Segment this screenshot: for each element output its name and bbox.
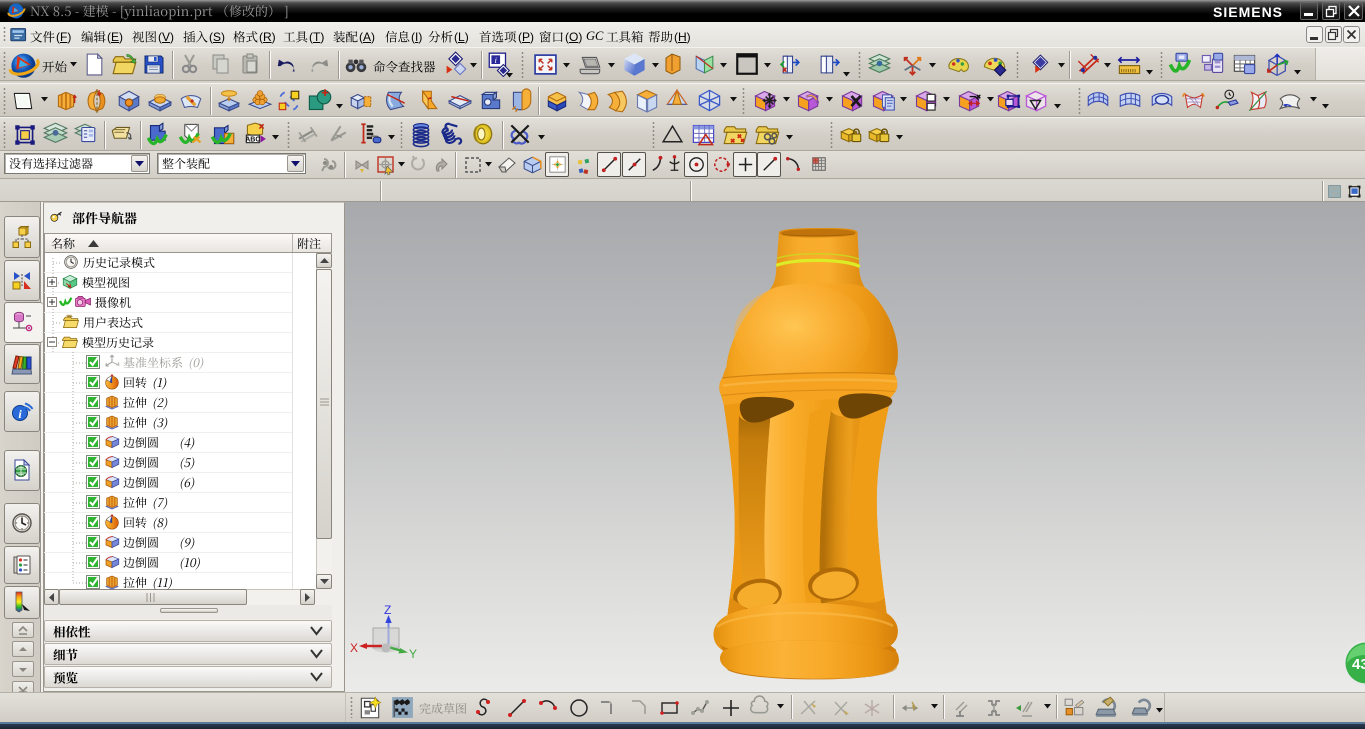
svg-text:Y: Y (409, 647, 417, 661)
svg-text:X: X (350, 641, 358, 655)
svg-text:ABC: ABC (245, 137, 260, 144)
svg-text:43: 43 (1352, 656, 1365, 673)
svg-text:Z: Z (384, 603, 391, 617)
